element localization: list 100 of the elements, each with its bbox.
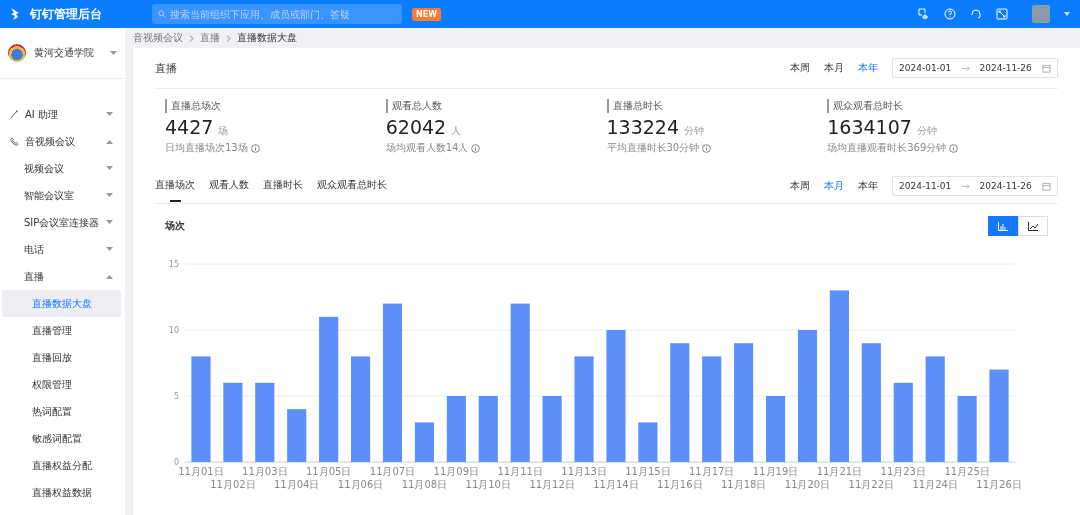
axis-tick-label: 11月14日 xyxy=(593,479,639,490)
axis-tick-label: 11月13日 xyxy=(561,466,607,477)
bar xyxy=(414,422,434,462)
stat-note: 场均直播观看时长369分钟 xyxy=(827,141,947,155)
stat-note: 日均直播场次13场 xyxy=(165,141,248,155)
axis-tick-label: 11月21日 xyxy=(816,466,863,477)
org-switcher[interactable]: 黄河交通学院 xyxy=(0,28,125,79)
chevron-right-icon xyxy=(189,34,194,42)
headset-icon[interactable] xyxy=(970,8,982,20)
axis-tick-label: 11月09日 xyxy=(433,466,480,477)
sidebar-item[interactable]: 视频会议 xyxy=(2,155,121,182)
sidebar-item[interactable]: 电话 xyxy=(2,236,121,263)
axis-tick-label: 11月06日 xyxy=(337,479,384,490)
bar xyxy=(638,422,658,462)
bar-chart-button[interactable] xyxy=(988,216,1018,236)
start-date: 2024-11-01 xyxy=(899,181,952,191)
breadcrumb-link[interactable]: 音视频会议 xyxy=(133,31,183,45)
info-icon xyxy=(702,143,712,153)
calendar-icon xyxy=(1042,63,1051,73)
stat-unit: 分钟 xyxy=(916,124,937,138)
period-tab[interactable]: 本周 xyxy=(790,179,810,193)
sidebar-item[interactable]: 热词配置 xyxy=(2,398,121,425)
sidebar-item[interactable]: 直播管理 xyxy=(2,317,121,344)
period-tab[interactable]: 本年 xyxy=(858,61,878,75)
sidebar-item[interactable]: 敏感词配置 xyxy=(2,425,121,452)
metric-tab[interactable]: 观看人数 xyxy=(209,169,249,203)
axis-tick-label: 11月04日 xyxy=(274,479,320,490)
axis-tick-label: 11月19日 xyxy=(752,466,799,477)
arrow-icon xyxy=(961,183,970,189)
axis-tick-label: 11月20日 xyxy=(784,479,831,490)
line-chart-icon xyxy=(1028,221,1038,231)
bar xyxy=(542,396,562,462)
help-icon[interactable] xyxy=(944,8,956,20)
axis-tick-label: 11月08日 xyxy=(401,479,448,490)
stat-label: 观看总人数 xyxy=(385,99,442,113)
axis-tick-label: 11月22日 xyxy=(848,479,895,490)
sidebar-item[interactable]: 音视频会议 xyxy=(2,128,121,155)
sidebar-item[interactable]: 智能会议室 xyxy=(2,182,121,209)
sidebar-item[interactable]: 直播数据大盘 xyxy=(2,290,121,317)
stat-unit: 场 xyxy=(218,124,229,138)
sidebar-item[interactable]: 权限管理 xyxy=(2,371,121,398)
sidebar-item[interactable]: AI 助理 xyxy=(2,101,121,128)
axis-tick-label: 11月25日 xyxy=(944,466,990,477)
stat-label: 直播总时长 xyxy=(606,99,663,113)
caret-down-icon[interactable] xyxy=(1064,12,1070,16)
wand-icon xyxy=(10,110,19,119)
translate-icon[interactable] xyxy=(918,8,930,20)
fullscreen-icon[interactable] xyxy=(996,8,1008,20)
stat-value: 1634107 xyxy=(827,116,912,138)
axis-tick-label: 11月03日 xyxy=(242,466,288,477)
caret-down-icon xyxy=(106,193,113,198)
metric-tab[interactable]: 观众观看总时长 xyxy=(317,169,387,203)
axis-tick-label: 11月11日 xyxy=(497,466,543,477)
logo-icon xyxy=(10,8,20,20)
section-title: 直播 xyxy=(155,60,177,76)
breadcrumb-link[interactable]: 直播 xyxy=(200,31,220,45)
sidebar-item[interactable]: 直播权益数据 xyxy=(2,479,121,506)
caret-up-icon xyxy=(106,274,113,279)
stat-value: 133224 xyxy=(606,116,680,138)
sidebar-item[interactable]: 直播权益分配 xyxy=(2,452,121,479)
axis-tick-label: 5 xyxy=(173,392,179,401)
chevron-right-icon xyxy=(226,34,231,42)
axis-tick-label: 11月23日 xyxy=(880,466,926,477)
caret-up-icon xyxy=(106,139,113,144)
axis-tick-label: 15 xyxy=(168,260,179,269)
app-title: 钉钉管理后台 xyxy=(30,5,103,23)
search-field[interactable]: 搜索当前组织下应用、成员或部门、答疑 xyxy=(152,4,402,24)
period-tab[interactable]: 本周 xyxy=(790,61,810,75)
bar xyxy=(766,396,786,462)
stat-unit: 分钟 xyxy=(684,124,705,138)
axis-tick-label: 10 xyxy=(168,326,179,335)
info-icon xyxy=(250,143,260,153)
chart-title: 场次 xyxy=(165,219,185,233)
metric-tab[interactable]: 直播时长 xyxy=(263,169,303,203)
sidebar-item[interactable]: 直播回放 xyxy=(2,344,121,371)
date-range-field[interactable]: 2024-11-01 2024-11-26 xyxy=(892,176,1058,196)
bar-chart-icon xyxy=(998,221,1008,231)
stat-unit: 人 xyxy=(451,124,462,138)
period-tab[interactable]: 本年 xyxy=(858,179,878,193)
caret-down-icon xyxy=(106,112,113,117)
caret-down-icon xyxy=(106,220,113,225)
axis-tick-label: 11月15日 xyxy=(625,466,671,477)
end-date: 2024-11-26 xyxy=(979,181,1032,191)
axis-tick-label: 11月16日 xyxy=(657,479,703,490)
period-tab[interactable]: 本月 xyxy=(824,179,844,193)
metric-tab[interactable]: 直播场次 xyxy=(155,169,195,203)
sidebar-item[interactable]: 直播 xyxy=(2,263,121,290)
axis-tick-label: 11月10日 xyxy=(465,479,511,490)
period-tab[interactable]: 本月 xyxy=(824,61,844,75)
axis-tick-label: 11月07日 xyxy=(369,466,416,477)
line-chart-button[interactable] xyxy=(1018,216,1048,236)
stat-value: 62042 xyxy=(385,116,447,138)
stat-label: 观众观看总时长 xyxy=(827,99,904,113)
axis-tick-label: 11月24日 xyxy=(912,479,958,490)
date-range-field[interactable]: 2024-01-01 2024-11-26 xyxy=(892,58,1058,78)
org-logo xyxy=(8,44,26,62)
axis-tick-label: 11月18日 xyxy=(720,479,767,490)
start-date: 2024-01-01 xyxy=(899,63,952,73)
info-icon xyxy=(949,143,959,153)
sidebar-item[interactable]: SIP会议室连接器 xyxy=(2,209,121,236)
